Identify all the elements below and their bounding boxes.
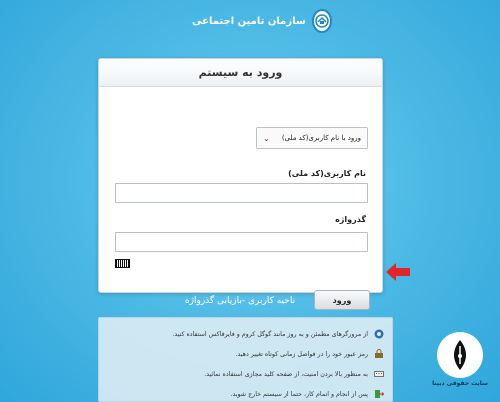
watermark-badge: سایت حقوقی دیپنا bbox=[427, 332, 493, 398]
browser-icon bbox=[374, 329, 384, 339]
forgot-password-link[interactable]: ناحیه کاربری -بازیابی گذرواژه bbox=[160, 296, 320, 306]
org-emblem-icon bbox=[311, 9, 332, 33]
login-type-select[interactable]: ورود با نام کاربری(کد ملی) ⌄ bbox=[256, 127, 368, 149]
login-title: ورود به سیستم bbox=[99, 59, 382, 87]
brand-logo: سازمان تامین اجتماعی bbox=[192, 6, 332, 36]
watermark-text: سایت حقوقی دیپنا bbox=[432, 380, 488, 387]
list-item: رمز عبور خود را در فواصل زمانی کوتاه تغی… bbox=[107, 344, 384, 364]
tip-text: پس از انجام و اتمام کار، حتما از سیستم خ… bbox=[230, 390, 369, 398]
security-tips-panel: از مرورگرهای مطمئن و به روز مانند گوگل ک… bbox=[98, 317, 393, 402]
list-item: پس از انجام و اتمام کار، حتما از سیستم خ… bbox=[107, 384, 384, 402]
keyboard-icon bbox=[374, 369, 384, 379]
list-item: از مرورگرهای مطمئن و به روز مانند گوگل ک… bbox=[107, 324, 384, 344]
org-name: سازمان تامین اجتماعی bbox=[192, 15, 306, 27]
username-label: نام کاربری(کد ملی) bbox=[288, 169, 366, 178]
watermark-logo bbox=[437, 332, 483, 378]
chevron-down-icon: ⌄ bbox=[263, 133, 270, 143]
login-type-value: ورود با نام کاربری(کد ملی) bbox=[281, 134, 361, 142]
password-input[interactable] bbox=[115, 232, 368, 252]
password-label: گذرواژه bbox=[335, 215, 366, 224]
password-icon bbox=[374, 349, 384, 359]
username-input[interactable] bbox=[115, 183, 368, 203]
exit-icon bbox=[374, 389, 384, 399]
tip-text: به منظور بالا بردن امنیت، از صفحه کلید م… bbox=[204, 370, 368, 378]
arrow-left-icon bbox=[386, 263, 410, 281]
tip-text: رمز عبور خود را در فواصل زمانی کوتاه تغی… bbox=[235, 350, 368, 358]
login-panel: ورود به سیستم ورود با نام کاربری(کد ملی)… bbox=[98, 58, 383, 310]
list-item: به منظور بالا بردن امنیت، از صفحه کلید م… bbox=[107, 364, 384, 384]
tip-text: از مرورگرهای مطمئن و به روز مانند گوگل ک… bbox=[172, 330, 368, 338]
captcha-image bbox=[115, 259, 130, 268]
login-button[interactable]: ورود bbox=[314, 290, 370, 310]
